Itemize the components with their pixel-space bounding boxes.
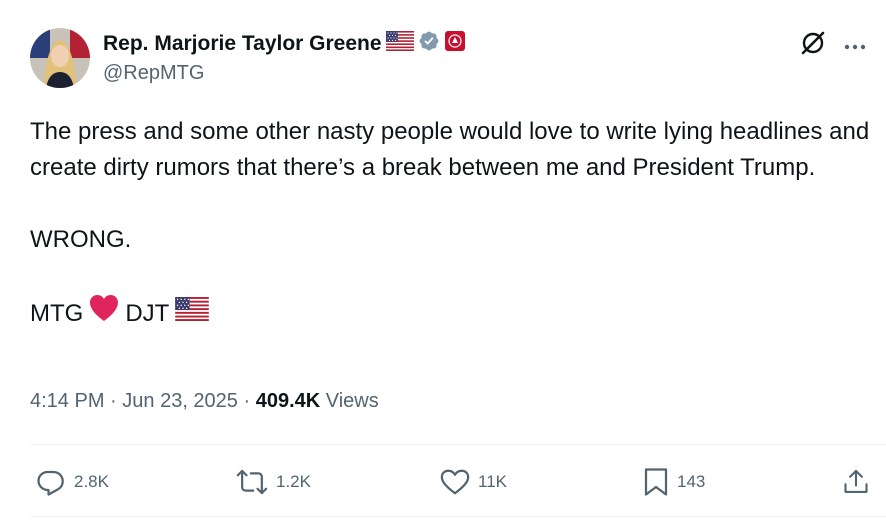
share-button[interactable] <box>842 462 870 502</box>
verified-badge-icon[interactable] <box>418 30 440 58</box>
bookmark-button[interactable]: 143 <box>643 462 705 502</box>
heart-icon <box>440 468 470 496</box>
signature-left: MTG <box>30 299 84 327</box>
author-name-row[interactable]: Rep. Marjorie Taylor Greene <box>103 30 466 58</box>
repost-icon <box>236 467 268 497</box>
author-name[interactable]: Rep. Marjorie Taylor Greene <box>103 32 382 56</box>
action-bar: 2.8K 1.2K 11K 143 <box>0 462 886 502</box>
tweet-card: Rep. Marjorie Taylor Greene @RepMTG The … <box>0 0 886 526</box>
meta-separator: · <box>237 390 256 412</box>
us-flag-icon <box>175 296 210 332</box>
like-count: 11K <box>478 472 507 491</box>
reply-icon <box>36 467 66 497</box>
tweet-paragraph-2: WRONG. <box>30 226 132 253</box>
more-options-icon[interactable] <box>844 37 866 55</box>
tweet-meta: 4:14 PM · Jun 23, 2025 · 409.4K Views <box>30 390 379 413</box>
author-handle[interactable]: @RepMTG <box>103 62 204 85</box>
top-actions <box>800 30 866 61</box>
house-seal-icon[interactable] <box>444 30 466 58</box>
red-heart-icon <box>89 294 119 333</box>
share-icon <box>842 467 870 497</box>
bookmark-icon <box>643 467 669 497</box>
reply-button[interactable]: 2.8K <box>36 462 109 502</box>
meta-separator: · <box>104 390 123 412</box>
tweet-time[interactable]: 4:14 PM <box>30 390 104 412</box>
tweet-text: The press and some other nasty people wo… <box>30 114 870 333</box>
views-label: Views <box>320 390 379 412</box>
repost-button[interactable]: 1.2K <box>236 462 311 502</box>
signature-right: DJT <box>125 299 170 327</box>
tweet-signature: MTG DJT <box>30 294 870 333</box>
grok-icon[interactable] <box>800 30 826 61</box>
repost-count: 1.2K <box>276 472 311 491</box>
like-button[interactable]: 11K <box>440 462 507 502</box>
author-avatar[interactable] <box>30 28 90 88</box>
views-count: 409.4K <box>255 390 321 412</box>
us-flag-icon <box>385 31 414 57</box>
bookmark-count: 143 <box>677 472 706 491</box>
tweet-paragraph-1: The press and some other nasty people wo… <box>30 118 870 181</box>
divider <box>30 516 886 517</box>
reply-count: 2.8K <box>74 472 109 491</box>
divider <box>30 444 886 445</box>
tweet-date[interactable]: Jun 23, 2025 <box>122 390 238 412</box>
